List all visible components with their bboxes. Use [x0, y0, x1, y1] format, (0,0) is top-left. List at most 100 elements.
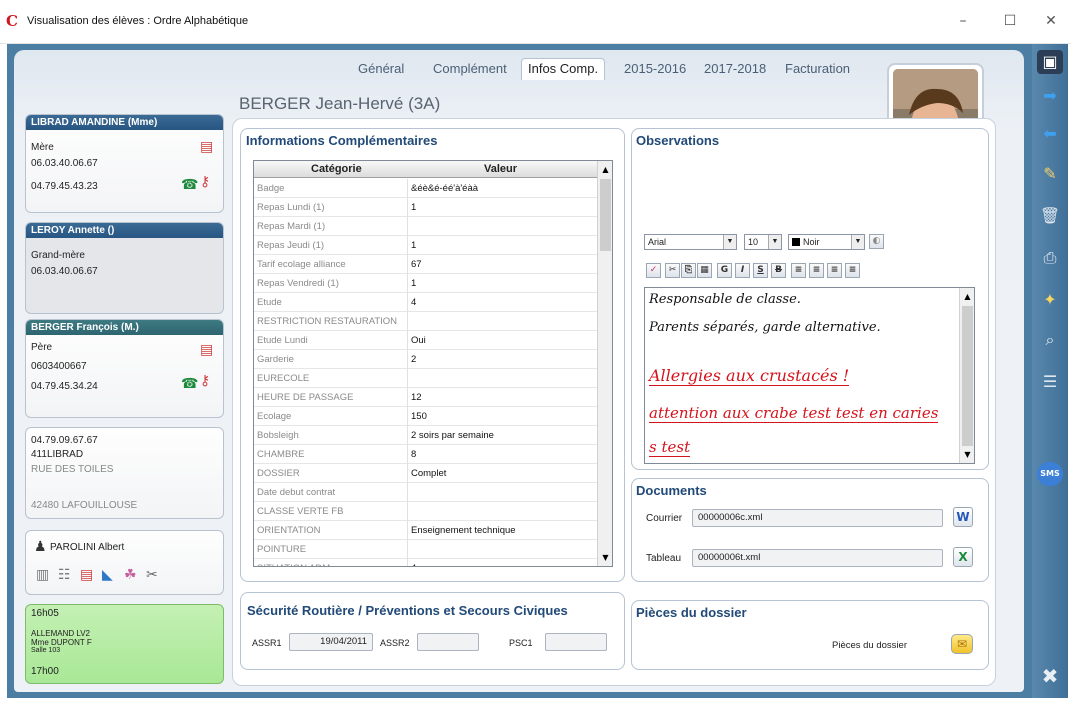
psc1-field[interactable] — [545, 633, 607, 651]
table-cell-valeur[interactable]: 1 — [411, 278, 416, 289]
info-table[interactable]: Catégorie Valeur Badge &éè&é-éé'à'éàà Repa… — [253, 160, 613, 567]
table-cell-valeur[interactable]: 2 — [411, 354, 416, 365]
document-icon[interactable]: ▤ — [200, 343, 213, 357]
scroll-up-icon[interactable]: ▲ — [598, 162, 612, 177]
table-row[interactable]: CLASSE VERTE FB — [254, 502, 598, 521]
italic-icon[interactable]: I — [735, 263, 750, 278]
close-button[interactable]: ✕ — [1036, 10, 1066, 32]
cut-icon[interactable]: ✂ — [665, 263, 680, 278]
justify-icon[interactable]: ≡ — [845, 263, 860, 278]
scroll-thumb[interactable] — [600, 179, 611, 251]
table-row[interactable]: Repas Jeudi (1) 1 — [254, 236, 598, 255]
contact-card-father[interactable]: BERGER François (M.) Père 0603400667 04.… — [25, 319, 224, 418]
tab-infos-comp[interactable]: Infos Comp. — [521, 58, 606, 80]
bold-icon[interactable]: G — [717, 263, 732, 278]
table-cell-valeur[interactable]: Oui — [411, 335, 426, 346]
edit-pen-icon[interactable]: ✎ — [1037, 162, 1063, 186]
assr2-field[interactable] — [417, 633, 479, 651]
table-cell-valeur[interactable]: 150 — [411, 411, 427, 422]
arrow-left-icon[interactable]: ⬅ — [1037, 122, 1063, 146]
table-row[interactable]: Etude Lundi Oui — [254, 331, 598, 350]
printer-icon[interactable]: ⎙ — [1037, 246, 1063, 270]
table-row[interactable]: Date debut contrat — [254, 483, 598, 502]
table-cell-valeur[interactable]: &éè&é-éé'à'éàà — [411, 183, 478, 194]
table-cell-valeur[interactable]: 1 — [411, 240, 416, 251]
minimize-button[interactable]: – — [948, 10, 978, 32]
contact-card-grandmother[interactable]: LEROY Annette () Grand-mère 06.03.40.06.… — [25, 222, 224, 314]
table-row[interactable]: EURECOLE — [254, 369, 598, 388]
scroll-down-icon[interactable]: ▼ — [598, 550, 612, 565]
table-cell-valeur[interactable]: 12 — [411, 392, 422, 403]
table-row[interactable]: Ecolage 150 — [254, 407, 598, 426]
folder-icon[interactable]: ✉ — [951, 634, 973, 654]
table-cell-valeur[interactable]: 1 — [411, 202, 416, 213]
table-row[interactable]: Garderie 2 — [254, 350, 598, 369]
font-select[interactable]: Arial ▼ — [644, 234, 737, 250]
courrier-field[interactable]: 00000006c.xml — [692, 509, 943, 527]
tableau-field[interactable]: 00000006t.xml — [692, 549, 943, 567]
maximize-button[interactable]: ☐ — [995, 10, 1025, 32]
table-row[interactable]: DOSSIER Complet — [254, 464, 598, 483]
column-header-categorie[interactable]: Catégorie — [311, 163, 362, 175]
boot-icon[interactable]: ◣ — [102, 568, 113, 582]
table-row[interactable]: SITUATION ADM 4 — [254, 559, 598, 566]
underline-icon[interactable]: S — [753, 263, 768, 278]
tools-icon[interactable]: ✖ — [1037, 664, 1063, 688]
document-icon[interactable]: ▤ — [80, 568, 93, 582]
table-row[interactable]: Tarif ecolage alliance 67 — [254, 255, 598, 274]
phone-icon[interactable]: ☎ — [181, 377, 198, 391]
table-cell-valeur[interactable]: Enseignement technique — [411, 525, 516, 536]
magic-icon[interactable]: ✦ — [1037, 288, 1063, 312]
computer-icon[interactable]: ▣ — [1037, 50, 1063, 74]
paste-icon[interactable]: ▦ — [697, 263, 712, 278]
assr1-field[interactable]: 19/04/2011 — [289, 633, 373, 651]
search-icon[interactable]: ⌕ — [1037, 328, 1063, 352]
teacher-card[interactable]: ♟ PAROLINI Albert ▥ ☷ ▤ ◣ ☘ ✂ — [25, 530, 224, 595]
observations-scrollbar[interactable]: ▲ ▼ — [959, 288, 974, 463]
scroll-up-icon[interactable]: ▲ — [960, 289, 974, 304]
table-row[interactable]: POINTURE — [254, 540, 598, 559]
tab-complement[interactable]: Complément — [433, 61, 507, 76]
contact-card-mother[interactable]: LIBRAD AMANDINE (Mme) Mère 06.03.40.06.6… — [25, 114, 224, 213]
group-icon[interactable]: ☘ — [124, 568, 137, 582]
key-icon[interactable]: ⚷ — [200, 175, 210, 189]
key-icon[interactable]: ⚷ — [200, 374, 210, 388]
table-row[interactable]: Repas Mardi (1) — [254, 217, 598, 236]
table-row[interactable]: Repas Vendredi (1) 1 — [254, 274, 598, 293]
table-cell-valeur[interactable]: Complet — [411, 468, 446, 479]
sms-icon[interactable]: SMS — [1037, 462, 1063, 486]
table-cell-valeur[interactable]: 67 — [411, 259, 422, 270]
tab-facturation[interactable]: Facturation — [785, 61, 850, 76]
calendar-icon[interactable]: ▥ — [36, 568, 49, 582]
table-row[interactable]: Repas Lundi (1) 1 — [254, 198, 598, 217]
list-icon[interactable]: ☰ — [1037, 370, 1063, 394]
align-right-icon[interactable]: ≡ — [827, 263, 842, 278]
tab-2017-2018[interactable]: 2017-2018 — [704, 61, 766, 76]
table-cell-valeur[interactable]: 4 — [411, 297, 416, 308]
arrow-right-icon[interactable]: ➡ — [1037, 84, 1063, 108]
table-row[interactable]: Bobsleigh 2 soirs par semaine — [254, 426, 598, 445]
tab-2015-2016[interactable]: 2015-2016 — [624, 61, 686, 76]
column-header-valeur[interactable]: Valeur — [484, 163, 517, 175]
spellcheck-icon[interactable]: ✓ — [646, 263, 661, 278]
table-row[interactable]: RESTRICTION RESTAURATION — [254, 312, 598, 331]
table-row[interactable]: Etude 4 — [254, 293, 598, 312]
schedule-card[interactable]: 16h05 ALLEMAND LV2 Mme DUPONT F Salle 10… — [25, 604, 224, 684]
table-row[interactable]: CHAMBRE 8 — [254, 445, 598, 464]
size-select[interactable]: 10 ▼ — [744, 234, 782, 250]
table-cell-valeur[interactable]: 8 — [411, 449, 416, 460]
document-icon[interactable]: ▤ — [200, 140, 213, 154]
notes-icon[interactable]: ☷ — [58, 568, 71, 582]
align-center-icon[interactable]: ≡ — [809, 263, 824, 278]
color-picker-icon[interactable]: ◐ — [869, 234, 884, 249]
phone-icon[interactable]: ☎ — [181, 178, 198, 192]
observations-textarea[interactable]: Responsable de classe. Parents séparés, … — [644, 287, 975, 464]
table-scrollbar[interactable]: ▲ ▼ — [597, 161, 612, 566]
table-row[interactable]: ORIENTATION Enseignement technique — [254, 521, 598, 540]
color-select[interactable]: Noir ▼ — [788, 234, 865, 250]
strikethrough-icon[interactable]: B — [771, 263, 786, 278]
address-card[interactable]: 04.79.09.67.67 411LIBRAD RUE DES TOILES … — [25, 427, 224, 519]
word-icon[interactable]: W — [953, 507, 973, 527]
excel-icon[interactable]: X — [953, 547, 973, 567]
tools-icon[interactable]: ✂ — [146, 568, 158, 582]
